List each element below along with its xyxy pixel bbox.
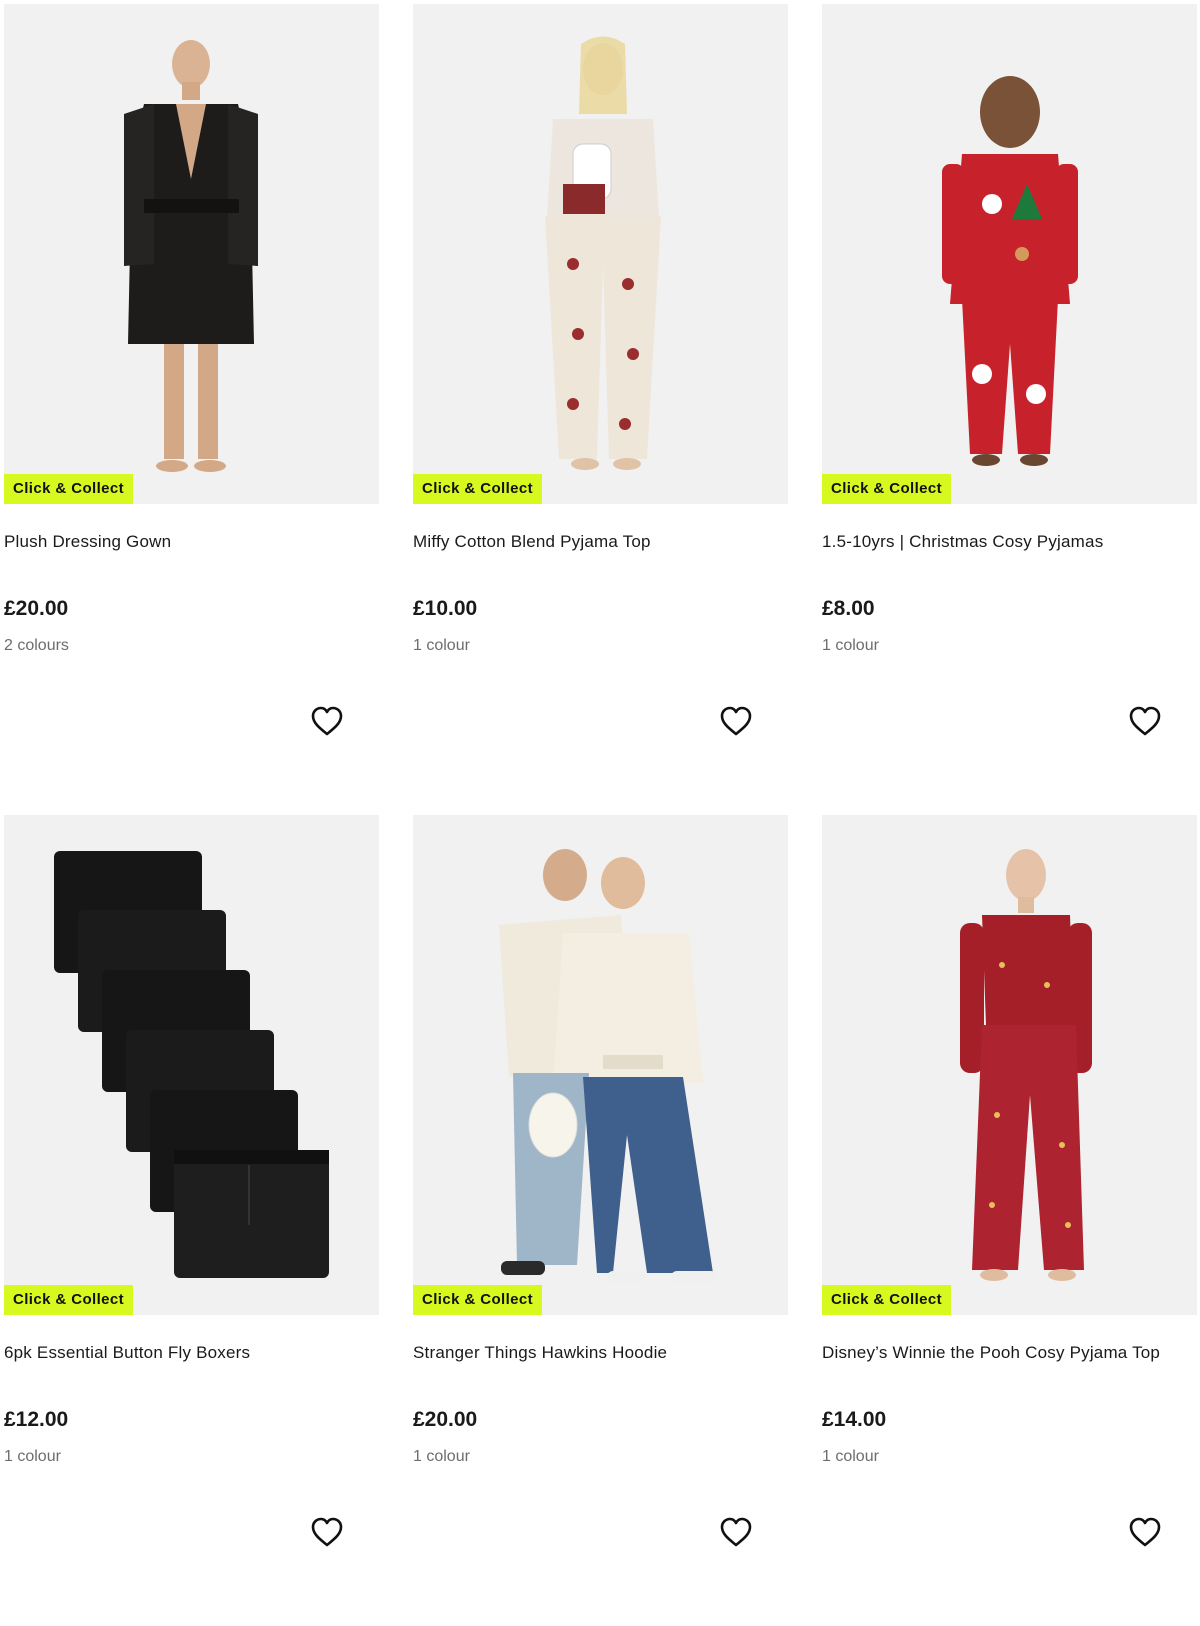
product-price: £8.00: [822, 597, 875, 620]
product-card[interactable]: Click & Collect 6pk Essential Button Fly…: [4, 815, 379, 1626]
click-collect-badge: Click & Collect: [822, 1285, 952, 1315]
product-image[interactable]: Click & Collect: [822, 4, 1197, 504]
product-colours: 1 colour: [4, 1448, 61, 1465]
click-collect-badge: Click & Collect: [822, 474, 952, 504]
click-collect-badge: Click & Collect: [4, 1285, 134, 1315]
product-card[interactable]: Click & Collect Miffy Cotton Blend Pyjam…: [413, 4, 788, 815]
click-collect-badge: Click & Collect: [413, 1285, 543, 1315]
heart-outline-icon[interactable]: [1128, 705, 1162, 737]
product-price: £20.00: [413, 1408, 478, 1431]
product-card[interactable]: Click & Collect Disney’s Winnie the Pooh…: [822, 815, 1197, 1626]
product-image[interactable]: Click & Collect: [413, 815, 788, 1315]
product-title[interactable]: Miffy Cotton Blend Pyjama Top: [413, 532, 651, 552]
click-collect-badge: Click & Collect: [4, 474, 134, 504]
product-card[interactable]: Click & Collect 1.5-10yrs | Christmas Co…: [822, 4, 1197, 815]
product-card[interactable]: Click & Collect Stranger Things Hawkins …: [413, 815, 788, 1626]
product-title[interactable]: 6pk Essential Button Fly Boxers: [4, 1343, 250, 1363]
product-title[interactable]: Plush Dressing Gown: [4, 532, 171, 552]
heart-outline-icon[interactable]: [719, 705, 753, 737]
product-image[interactable]: Click & Collect: [413, 4, 788, 504]
heart-outline-icon[interactable]: [310, 1516, 344, 1548]
product-card[interactable]: Click & Collect Plush Dressing Gown £20.…: [4, 4, 379, 815]
product-price: £10.00: [413, 597, 478, 620]
product-colours: 2 colours: [4, 637, 69, 654]
heart-outline-icon[interactable]: [310, 705, 344, 737]
product-price: £20.00: [4, 597, 69, 620]
product-colours: 1 colour: [413, 1448, 470, 1465]
product-grid: Click & Collect Plush Dressing Gown £20.…: [4, 4, 1197, 1626]
product-colours: 1 colour: [822, 1448, 879, 1465]
product-image[interactable]: Click & Collect: [4, 4, 379, 504]
product-title[interactable]: 1.5-10yrs | Christmas Cosy Pyjamas: [822, 532, 1103, 552]
product-title[interactable]: Disney’s Winnie the Pooh Cosy Pyjama Top: [822, 1343, 1160, 1363]
product-colours: 1 colour: [413, 637, 470, 654]
heart-outline-icon[interactable]: [1128, 1516, 1162, 1548]
product-price: £12.00: [4, 1408, 69, 1431]
product-colours: 1 colour: [822, 637, 879, 654]
click-collect-badge: Click & Collect: [413, 474, 543, 504]
product-price: £14.00: [822, 1408, 887, 1431]
product-image[interactable]: Click & Collect: [4, 815, 379, 1315]
product-image[interactable]: Click & Collect: [822, 815, 1197, 1315]
heart-outline-icon[interactable]: [719, 1516, 753, 1548]
product-title[interactable]: Stranger Things Hawkins Hoodie: [413, 1343, 667, 1363]
